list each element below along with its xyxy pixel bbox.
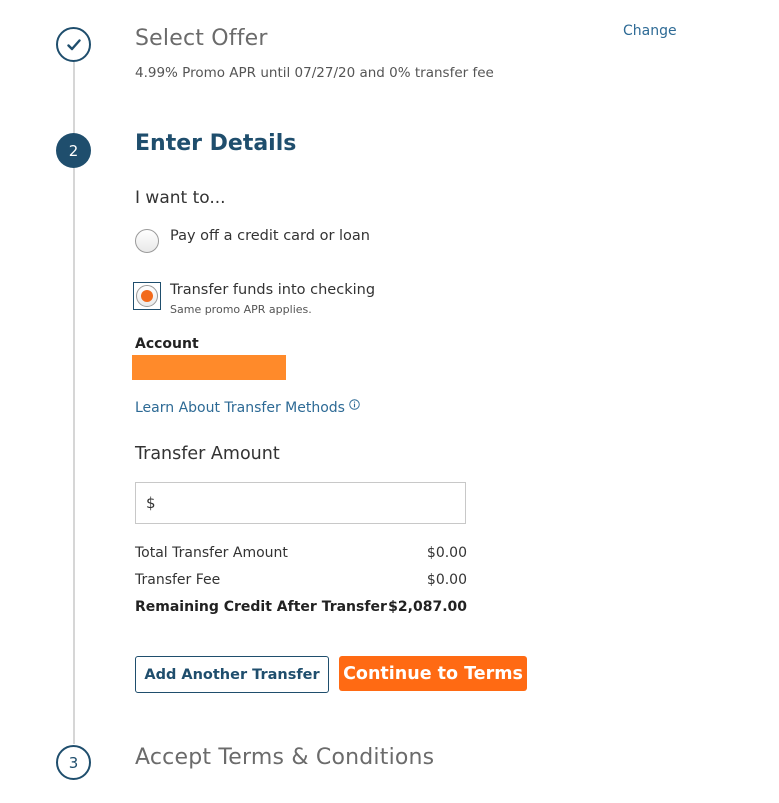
account-label: Account: [135, 336, 199, 352]
learn-link-text[interactable]: Learn About Transfer Methods: [135, 400, 345, 416]
select-offer-title: Select Offer: [135, 26, 268, 51]
step-number-active: 2: [56, 133, 91, 168]
enter-details-title: Enter Details: [135, 131, 297, 156]
pay-off-radio[interactable]: [135, 229, 159, 253]
remaining-credit-value: $2,087.00: [388, 599, 467, 615]
transfer-fee-value: $0.00: [426, 572, 467, 588]
radio-selected-dot: [141, 290, 153, 302]
pay-off-label[interactable]: Pay off a credit card or loan: [170, 228, 370, 244]
change-offer-link[interactable]: Change: [623, 23, 677, 39]
accept-terms-title: Accept Terms & Conditions: [135, 745, 435, 770]
transfer-amount-input[interactable]: [135, 482, 466, 524]
transfer-sublabel: Same promo APR applies.: [170, 303, 312, 316]
checkmark-icon: [66, 38, 81, 50]
transfer-amount-heading: Transfer Amount: [135, 444, 280, 464]
transfer-radio[interactable]: [136, 285, 158, 307]
step-number-pending: 3: [56, 745, 91, 780]
step-complete-indicator: [56, 27, 91, 62]
learn-transfer-methods-link[interactable]: Learn About Transfer Methods: [135, 399, 360, 416]
option-prompt: I want to...: [135, 188, 226, 208]
offer-description: 4.99% Promo APR until 07/27/20 and 0% tr…: [135, 65, 494, 81]
continue-to-terms-button[interactable]: Continue to Terms: [339, 656, 527, 691]
total-transfer-label: Total Transfer Amount: [135, 545, 288, 561]
total-transfer-row: Total Transfer Amount $0.00: [135, 545, 467, 561]
account-redacted-value: [132, 355, 286, 380]
total-transfer-value: $0.00: [426, 545, 467, 561]
transfer-fee-row: Transfer Fee $0.00: [135, 572, 467, 588]
remaining-credit-label: Remaining Credit After Transfer: [135, 599, 387, 615]
transfer-label[interactable]: Transfer funds into checking: [170, 282, 375, 298]
transfer-fee-label: Transfer Fee: [135, 572, 221, 588]
transfer-radio-focus-ring[interactable]: [133, 282, 161, 310]
add-another-transfer-button[interactable]: Add Another Transfer: [135, 656, 329, 693]
info-icon[interactable]: [349, 399, 360, 410]
remaining-credit-row: Remaining Credit After Transfer $2,087.0…: [135, 599, 467, 615]
